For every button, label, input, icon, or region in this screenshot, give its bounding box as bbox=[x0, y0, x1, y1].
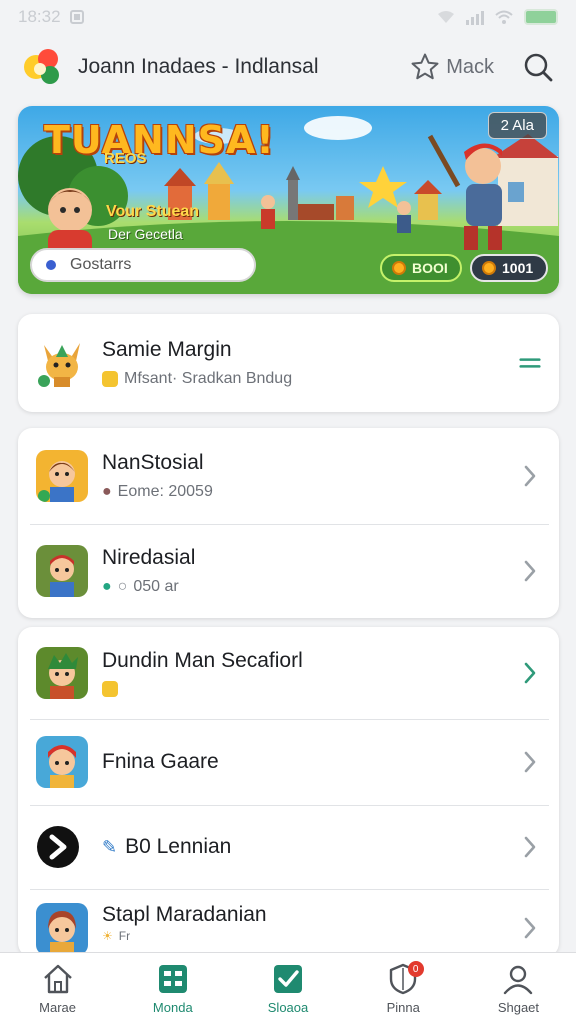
banner-search-field[interactable]: Gostarrs bbox=[30, 248, 256, 282]
gems-pill[interactable]: 1001 bbox=[470, 254, 548, 282]
menu-icon[interactable] bbox=[519, 352, 541, 374]
coin-icon bbox=[392, 261, 406, 275]
list-item-avatar bbox=[36, 903, 88, 955]
search-button[interactable] bbox=[520, 49, 556, 85]
list-item-title: Stapl Maradanian bbox=[102, 903, 267, 926]
featured-row[interactable]: Samie Margin Mfsant· Sradkan Bndug bbox=[18, 314, 559, 412]
wifi-alt-icon bbox=[438, 11, 454, 23]
app-header: Joann Inadaes - Indlansal Mack bbox=[0, 38, 576, 96]
bottom-tab-bar: Marae Monda Sloaoa 0 Pinna Shgaet bbox=[0, 952, 576, 1024]
tab-label: Monda bbox=[152, 1000, 193, 1015]
banner-badge[interactable]: 2 Ala bbox=[487, 112, 547, 139]
chevron-right-icon[interactable] bbox=[519, 836, 541, 858]
list-item-subtitle: Eome: 20059 bbox=[117, 483, 213, 500]
gear-badge-icon bbox=[102, 681, 118, 697]
app-title: Joann Inadaes - Indlansal bbox=[78, 55, 319, 78]
list-item-subtitle: Fr bbox=[118, 929, 131, 943]
tab-home[interactable]: Marae bbox=[0, 953, 115, 1024]
gems-value: 1001 bbox=[502, 260, 534, 276]
list-item[interactable]: Fnina Gaare bbox=[18, 719, 559, 805]
check-icon bbox=[271, 962, 305, 996]
banner-title: TUANNSA! bbox=[44, 118, 275, 162]
list-item-title: B0 Lennian bbox=[125, 835, 232, 858]
list-item-avatar bbox=[36, 821, 88, 873]
heart-icon: ○ bbox=[117, 578, 128, 595]
tab-label: Sloaoa bbox=[267, 1000, 309, 1015]
chevron-right-icon[interactable] bbox=[519, 662, 541, 684]
chevron-right-icon[interactable] bbox=[519, 917, 541, 939]
star-icon bbox=[411, 53, 439, 80]
list-card-a: NanStosial ● Eome: 20059 Niredasial ● ○ bbox=[18, 428, 559, 618]
bookmark-label: Mack bbox=[446, 55, 494, 78]
wifi-icon bbox=[495, 10, 513, 24]
tab-label: Shgaet bbox=[497, 1000, 540, 1015]
list-item-avatar bbox=[36, 545, 88, 597]
home-icon bbox=[41, 962, 75, 996]
featured-card[interactable]: Samie Margin Mfsant· Sradkan Bndug bbox=[18, 314, 559, 412]
grid-icon bbox=[156, 962, 190, 996]
list-item[interactable]: Stapl Maradanian ☀ Fr bbox=[18, 889, 559, 957]
list-item-avatar bbox=[36, 450, 88, 502]
coins-value: BOOI bbox=[412, 260, 448, 276]
battery-icon bbox=[524, 9, 558, 25]
tab-monda[interactable]: Monda bbox=[115, 953, 230, 1024]
featured-avatar bbox=[36, 337, 88, 389]
search-icon bbox=[524, 53, 553, 82]
tab-profile[interactable]: Shgaet bbox=[461, 953, 576, 1024]
list-item[interactable]: Dundin Man Secafiorl bbox=[18, 627, 559, 719]
list-item-title: Dundin Man Secafiorl bbox=[102, 649, 303, 672]
chevron-right-icon[interactable] bbox=[519, 560, 541, 582]
banner-caption-secondary: Der Gecetla bbox=[108, 226, 183, 242]
list-card-b: Dundin Man Secafiorl Fnina Gaare ✎ B0 Le… bbox=[18, 627, 559, 957]
profile-icon bbox=[501, 962, 535, 996]
list-item-title: NanStosial bbox=[102, 451, 204, 474]
list-item-title: Fnina Gaare bbox=[102, 750, 219, 773]
status-bar: 18:32 bbox=[0, 0, 576, 34]
list-item[interactable]: NanStosial ● Eome: 20059 bbox=[18, 428, 559, 524]
bookmark-button[interactable]: Mack bbox=[410, 52, 494, 82]
banner-search-placeholder: Gostarrs bbox=[70, 256, 132, 273]
sun-icon: ☀ bbox=[102, 929, 113, 943]
chevron-right-icon[interactable] bbox=[519, 465, 541, 487]
signal-icon bbox=[466, 9, 484, 25]
coins-pill[interactable]: BOOI bbox=[380, 254, 462, 282]
clock-icon: ● bbox=[102, 483, 112, 500]
notification-badge: 0 bbox=[407, 961, 424, 977]
tab-pinna[interactable]: 0 Pinna bbox=[346, 953, 461, 1024]
list-item[interactable]: ✎ B0 Lennian bbox=[18, 805, 559, 889]
notification-icon bbox=[69, 10, 84, 24]
gem-icon bbox=[482, 261, 496, 275]
tab-sloaoa[interactable]: Sloaoa bbox=[230, 953, 345, 1024]
chevron-right-icon[interactable] bbox=[519, 751, 541, 773]
featured-subtitle: Mfsant· Sradkan Bndug bbox=[124, 370, 293, 387]
list-item[interactable]: Niredasial ● ○ 050 ar bbox=[18, 524, 559, 618]
banner-caption-primary: Vour Stuean bbox=[106, 203, 200, 220]
chat-icon: ● bbox=[102, 578, 112, 595]
promo-banner[interactable]: TUANNSA! REOS Vour Stuean Der Gecetla 2 … bbox=[18, 106, 559, 294]
list-item-avatar bbox=[36, 647, 88, 699]
tab-label: Marae bbox=[39, 1000, 77, 1015]
list-item-avatar bbox=[36, 736, 88, 788]
pen-icon: ✎ bbox=[102, 836, 118, 857]
field-dot-icon bbox=[46, 260, 56, 270]
list-item-subtitle: 050 ar bbox=[133, 578, 179, 595]
banner-subtitle: REOS bbox=[104, 150, 147, 167]
tab-label: Pinna bbox=[386, 1000, 420, 1015]
status-time: 18:32 bbox=[18, 7, 61, 26]
list-item-title: Niredasial bbox=[102, 546, 196, 569]
coin-badge-icon bbox=[102, 371, 118, 387]
app-logo bbox=[20, 45, 64, 89]
featured-title: Samie Margin bbox=[102, 338, 232, 361]
